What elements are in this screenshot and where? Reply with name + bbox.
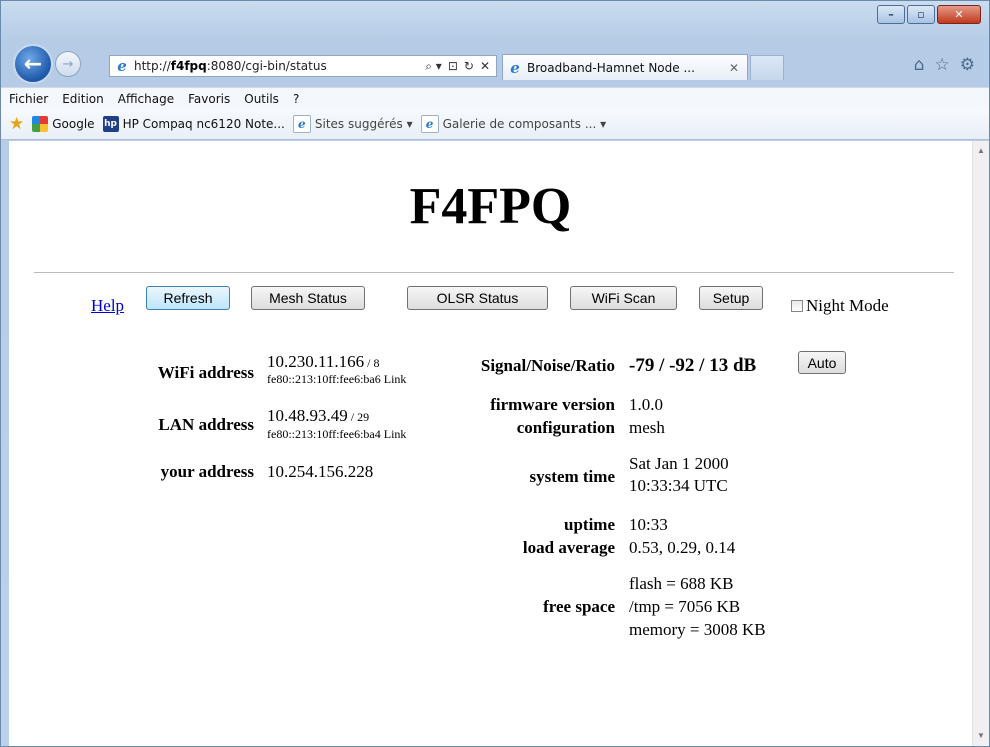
firmware-version-value: 1.0.0 (629, 395, 663, 414)
menu-fichier[interactable]: Fichier (9, 92, 48, 106)
your-address-label: your address (160, 462, 254, 481)
close-button[interactable]: ✕ (937, 5, 981, 24)
refresh-icon[interactable]: ↻ (464, 59, 474, 74)
url-scheme: http:// (134, 59, 171, 73)
home-icon[interactable]: ⌂ (914, 55, 925, 75)
menu-help[interactable]: ? (293, 92, 299, 106)
address-bar-controls: ⌕ ▾ ⊡ ↻ ✕ (425, 59, 496, 74)
browser-window: – ▫ ✕ ← → e http://f4fpq:8080/cgi-bin/st… (0, 0, 990, 747)
menu-outils[interactable]: Outils (244, 92, 279, 106)
system-time-clock: 10:33:34 UTC (629, 476, 728, 495)
tab-title: Broadband-Hamnet Node ... (527, 60, 695, 75)
lan-prefix: / 29 (347, 410, 370, 424)
title-divider (34, 272, 954, 273)
maximize-button[interactable]: ▫ (907, 5, 935, 24)
lan-address-label: LAN address (158, 415, 254, 434)
add-favorite-star-icon[interactable]: ★ (9, 114, 24, 134)
ie-page-icon: e (117, 57, 127, 75)
mesh-status-button[interactable]: Mesh Status (251, 286, 365, 310)
browser-tab[interactable]: e Broadband-Hamnet Node ... ✕ (502, 54, 748, 80)
signal-noise-label: Signal/Noise/Ratio (480, 356, 615, 375)
favorites-star-icon[interactable]: ☆ (935, 55, 950, 75)
free-space-flash: flash = 688 KB (629, 574, 734, 593)
firmware-version-label: firmware version (490, 395, 615, 414)
stop-icon[interactable]: ✕ (480, 59, 490, 74)
night-mode-checkbox[interactable] (791, 300, 803, 312)
new-tab-button[interactable] (750, 55, 784, 80)
menu-affichage[interactable]: Affichage (118, 92, 174, 106)
uptime-label: uptime (564, 515, 615, 534)
node-title: F4FPQ (409, 178, 572, 235)
favorite-sites-suggeres[interactable]: e Sites suggérés ▾ (292, 115, 413, 133)
night-mode-label: Night Mode (806, 296, 889, 315)
uptime-value: 10:33 (629, 515, 668, 534)
lan-ipv6-value: fe80::213:10ff:fee6:ba4 Link (267, 427, 407, 441)
wifi-ip: 10.230.11.166 (267, 352, 365, 371)
ie-icon: e (420, 115, 439, 133)
signal-noise-value: -79 / -92 / 13 dB (629, 355, 757, 376)
browser-toolbar-icons: ⌂ ☆ ⚙ (914, 55, 975, 75)
favorite-label: HP Compaq nc6120 Note... (122, 117, 285, 131)
wifi-prefix: / 8 (364, 356, 380, 370)
back-arrow-icon: ← (23, 51, 43, 77)
tab-close-icon[interactable]: ✕ (729, 61, 739, 75)
favorites-bar: ★ Google hp HP Compaq nc6120 Note... e Sit… (1, 109, 989, 140)
lan-address-value: 10.48.93.49 / 29 (267, 406, 369, 426)
wifi-scan-button[interactable]: WiFi Scan (570, 286, 677, 310)
url-path: :8080/cgi-bin/status (206, 59, 327, 73)
olsr-status-button[interactable]: OLSR Status (407, 286, 548, 310)
night-mode-toggle[interactable]: Night Mode (791, 296, 889, 316)
load-average-value: 0.53, 0.29, 0.14 (629, 538, 736, 557)
vertical-scrollbar[interactable]: ▲ ▼ (972, 141, 989, 746)
system-time-date: Sat Jan 1 2000 (629, 454, 729, 473)
ie-tab-icon: e (510, 58, 520, 77)
free-space-memory: memory = 3008 KB (629, 620, 766, 639)
ie-icon: e (292, 115, 311, 133)
wifi-ipv6-value: fe80::213:10ff:fee6:ba6 Link (267, 372, 407, 386)
refresh-button[interactable]: Refresh (146, 286, 230, 310)
free-space-label: free space (543, 597, 615, 616)
address-bar[interactable]: e http://f4fpq:8080/cgi-bin/status ⌕ ▾ ⊡… (109, 55, 497, 77)
system-time-label: system time (529, 467, 615, 486)
menu-edition[interactable]: Edition (62, 92, 104, 106)
scroll-down-icon[interactable]: ▼ (973, 728, 989, 744)
scroll-up-icon[interactable]: ▲ (973, 143, 989, 159)
menu-bar: Fichier Edition Affichage Favoris Outils… (1, 87, 989, 110)
navigation-buttons: ← → (13, 44, 81, 84)
search-dropdown-icon[interactable]: ⌕ ▾ (425, 59, 442, 74)
minimize-button[interactable]: – (877, 5, 905, 24)
free-space-tmp: /tmp = 7056 KB (629, 597, 741, 616)
favorite-label: Sites suggérés ▾ (314, 117, 413, 131)
wifi-address-label: WiFi address (157, 363, 254, 382)
wifi-address-value: 10.230.11.166 / 8 (267, 352, 379, 372)
lan-ip: 10.48.93.49 (267, 406, 348, 425)
load-average-label: load average (522, 538, 615, 557)
address-url[interactable]: http://f4fpq:8080/cgi-bin/status (134, 59, 425, 73)
back-button[interactable]: ← (13, 44, 53, 84)
page-viewport: F4FPQ Help Refresh Mesh Status OLSR Stat… (9, 141, 989, 746)
forward-button[interactable]: → (55, 51, 81, 77)
setup-button[interactable]: Setup (699, 286, 763, 310)
url-host: f4fpq (170, 59, 207, 73)
google-icon (32, 116, 49, 132)
menu-favoris[interactable]: Favoris (188, 92, 230, 106)
hp-icon: hp (102, 116, 119, 132)
configuration-label: configuration (516, 418, 615, 437)
help-link[interactable]: Help (91, 296, 124, 316)
compatibility-view-icon[interactable]: ⊡ (448, 59, 458, 74)
forward-arrow-icon: → (62, 56, 74, 72)
configuration-value: mesh (629, 418, 665, 437)
favorite-label: Google (52, 117, 95, 131)
settings-gear-icon[interactable]: ⚙ (960, 55, 975, 75)
your-address-value: 10.254.156.228 (267, 462, 374, 481)
favorite-label: Galerie de composants ... ▾ (442, 117, 607, 131)
favorite-hp-compaq[interactable]: hp HP Compaq nc6120 Note... (102, 116, 285, 132)
window-controls: – ▫ ✕ (877, 5, 981, 24)
auto-button[interactable]: Auto (798, 351, 846, 374)
favorite-galerie-composants[interactable]: e Galerie de composants ... ▾ (420, 115, 607, 133)
favorite-google[interactable]: Google (32, 116, 95, 132)
